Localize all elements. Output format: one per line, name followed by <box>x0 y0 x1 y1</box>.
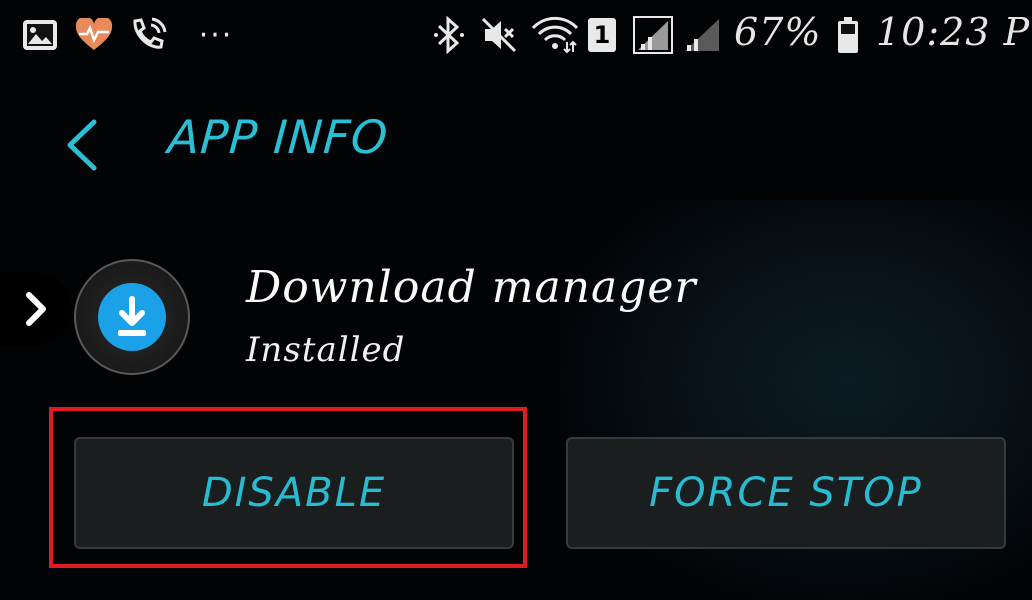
disable-button[interactable]: DISABLE <box>74 437 514 549</box>
page-title: APP INFO <box>166 110 391 164</box>
signal-icon <box>632 16 674 54</box>
gallery-icon <box>20 16 60 54</box>
clock: 10:23 P <box>876 10 1031 54</box>
sim-label: 1 <box>588 18 616 52</box>
wifi-call-icon <box>128 16 168 54</box>
battery-percent: 67% <box>734 10 822 54</box>
download-icon <box>98 283 166 351</box>
mute-icon <box>480 16 518 54</box>
back-button[interactable] <box>60 118 104 172</box>
bluetooth-icon <box>432 16 466 54</box>
wifi-icon <box>530 16 580 54</box>
health-heart-icon <box>74 16 114 54</box>
force-stop-button[interactable]: FORCE STOP <box>566 437 1006 549</box>
app-icon <box>74 259 190 375</box>
more-dots-icon: ··· <box>198 17 234 53</box>
battery-icon <box>834 16 862 54</box>
chevron-right-icon <box>26 292 46 326</box>
status-bar: ··· 1 67% 10:23 P <box>0 0 1032 72</box>
sim-icon: 1 <box>586 16 618 54</box>
edge-panel-handle[interactable] <box>0 272 72 346</box>
chevron-left-icon <box>67 119 97 171</box>
app-name: Download manager <box>246 262 697 313</box>
app-status: Installed <box>246 330 406 370</box>
signal-icon-2 <box>682 16 722 54</box>
